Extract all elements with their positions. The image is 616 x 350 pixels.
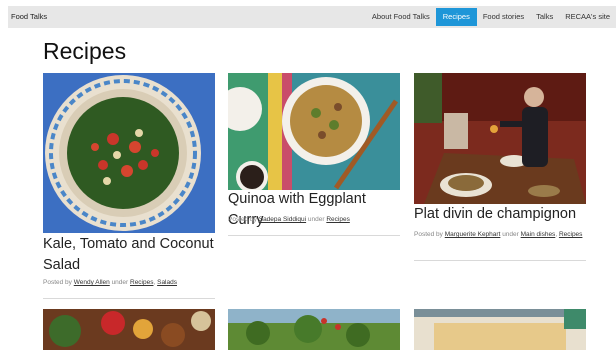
post-image-champignon[interactable] bbox=[414, 73, 586, 204]
nav-food-stories[interactable]: Food stories bbox=[477, 6, 530, 28]
post-meta: Posted by Wendy Allen under Recipes, Sal… bbox=[43, 278, 215, 288]
card-divider bbox=[414, 260, 586, 261]
card-divider bbox=[228, 235, 400, 236]
category-link[interactable]: Main dishes bbox=[521, 231, 556, 238]
post-image-cake[interactable] bbox=[414, 309, 586, 350]
nav-talks[interactable]: Talks bbox=[530, 6, 559, 28]
post-image-plant[interactable] bbox=[228, 309, 400, 350]
post-meta: Posted by Sadepa Siddiqui under Recipes bbox=[228, 215, 400, 225]
page-title: Recipes bbox=[43, 38, 127, 64]
post-image-strawberry[interactable] bbox=[43, 309, 215, 350]
top-navbar: Food Talks About Food Talks Recipes Food… bbox=[8, 6, 616, 28]
category-separator: , bbox=[555, 231, 558, 238]
site-brand[interactable]: Food Talks bbox=[11, 6, 47, 28]
author-link[interactable]: Wendy Allen bbox=[74, 279, 110, 286]
post-image-quinoa[interactable] bbox=[228, 73, 400, 190]
posted-by-label: Posted by bbox=[414, 231, 443, 238]
nav-recipes[interactable]: Recipes bbox=[435, 8, 477, 26]
author-link[interactable]: Sadepa Siddiqui bbox=[259, 216, 306, 223]
nav-recaa-site[interactable]: RECAA's site bbox=[559, 6, 616, 28]
category-separator: , bbox=[153, 279, 156, 286]
post-card: Plat divin de champignon Posted by Margu… bbox=[414, 73, 586, 263]
under-label: under bbox=[307, 216, 325, 223]
post-meta: Posted by Marguerite Kephart under Main … bbox=[414, 230, 586, 240]
category-link[interactable]: Recipes bbox=[326, 216, 349, 223]
author-link[interactable]: Marguerite Kephart bbox=[445, 231, 501, 238]
post-image-salad[interactable] bbox=[43, 73, 215, 233]
category-link[interactable]: Salads bbox=[157, 279, 177, 286]
post-title-link[interactable]: Plat divin de champignon bbox=[414, 204, 586, 225]
category-link[interactable]: Recipes bbox=[559, 231, 582, 238]
category-link[interactable]: Recipes bbox=[130, 279, 153, 286]
post-card: Kale, Tomato and Coconut Salad Posted by… bbox=[43, 73, 215, 303]
under-label: under bbox=[111, 279, 129, 286]
main-nav: About Food Talks Recipes Food stories Ta… bbox=[366, 6, 616, 28]
posted-by-label: Posted by bbox=[43, 279, 72, 286]
posted-by-label: Posted by bbox=[228, 216, 257, 223]
under-label: under bbox=[502, 231, 519, 238]
nav-about-food-talks[interactable]: About Food Talks bbox=[366, 6, 436, 28]
post-title-link[interactable]: Kale, Tomato and Coconut Salad bbox=[43, 234, 215, 276]
post-card: Quinoa with Eggplant Curry Posted by Sad… bbox=[228, 73, 400, 238]
card-divider bbox=[43, 298, 215, 299]
